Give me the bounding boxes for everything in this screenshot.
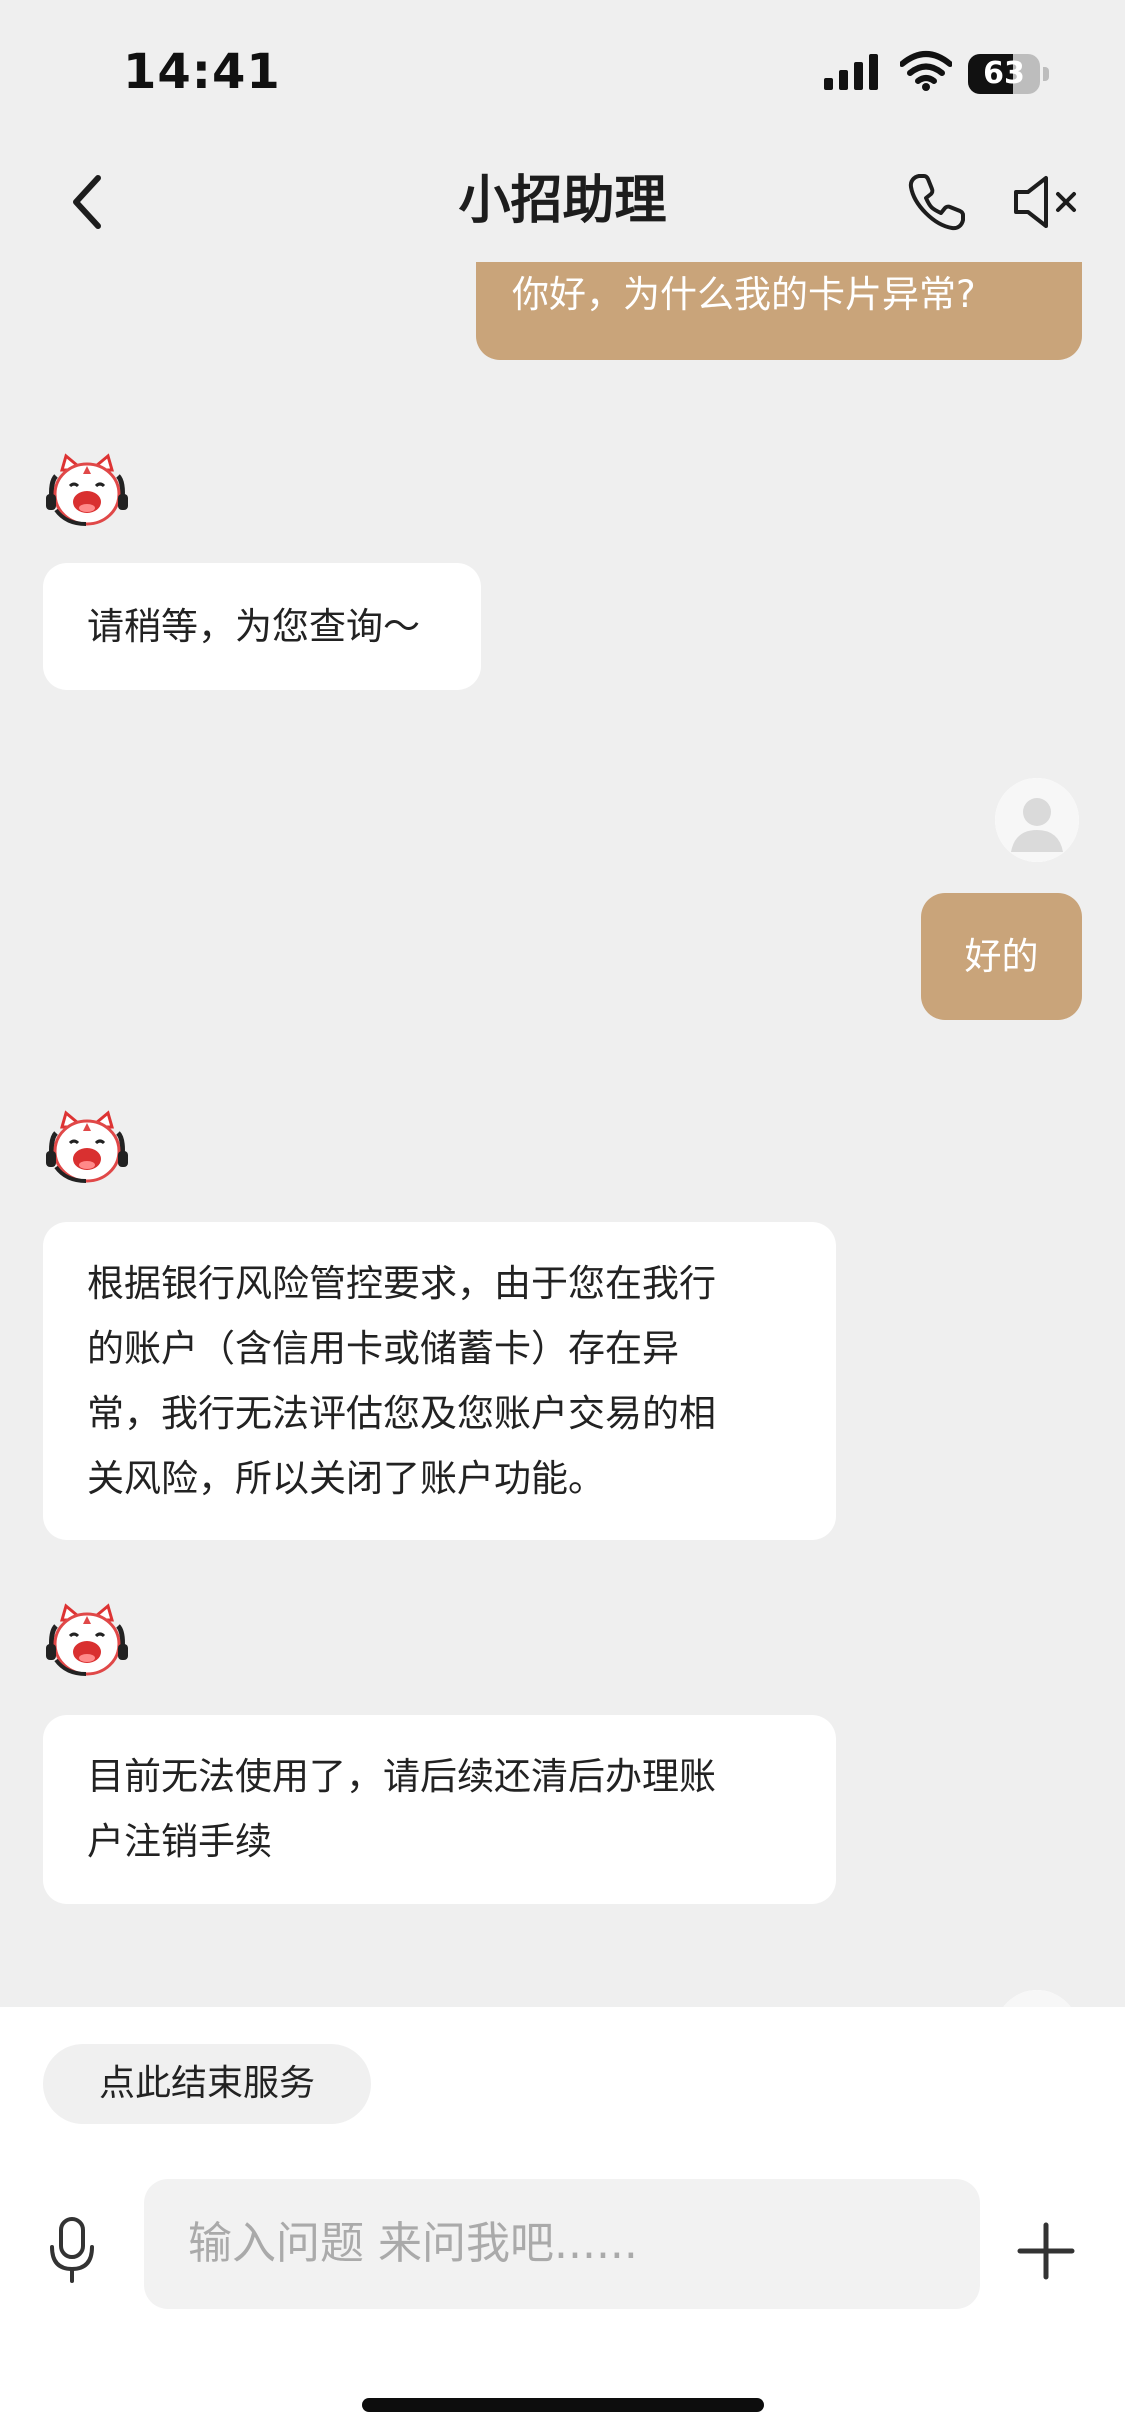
wifi-icon: [900, 51, 952, 91]
status-time: 14:41: [123, 44, 281, 100]
bot-message-bubble: 目前无法使用了，请后续还清后办理账 户注销手续: [43, 1715, 836, 1904]
end-service-button[interactable]: 点此结束服务: [43, 2044, 371, 2124]
user-message-text: 好的: [964, 935, 1039, 978]
bottom-panel: 点此结束服务 输入问题 来问我吧......: [0, 2007, 1125, 2435]
user-avatar-icon: [1003, 1990, 1071, 2007]
home-indicator[interactable]: [362, 2398, 764, 2412]
nav-bar: 小招助理: [0, 140, 1125, 262]
message-input-placeholder: 输入问题 来问我吧......: [188, 2218, 638, 2269]
bot-message-line: 请稍等，为您查询～: [87, 605, 420, 648]
bot-message-line: 的账户（含信用卡或储蓄卡）存在异: [87, 1327, 679, 1370]
status-bar: 14:41 63: [0, 0, 1125, 140]
bot-message-line: 常，我行无法评估您及您账户交易的相: [87, 1392, 716, 1435]
user-message-text: 你好，为什么我的卡片异常?: [512, 273, 976, 316]
cellular-signal-icon: [824, 54, 878, 90]
bot-message-line: 目前无法使用了，请后续还清后办理账: [87, 1755, 716, 1798]
bot-avatar-icon: [46, 1603, 128, 1676]
bot-message-bubble: 根据银行风险管控要求，由于您在我行 的账户（含信用卡或储蓄卡）存在异 常，我行无…: [43, 1222, 836, 1540]
user-avatar[interactable]: [995, 778, 1079, 862]
message-input[interactable]: 输入问题 来问我吧......: [144, 2179, 980, 2309]
bot-message-bubble: 请稍等，为您查询～: [43, 563, 481, 690]
user-avatar[interactable]: [995, 1990, 1079, 2007]
mute-icon[interactable]: [1012, 173, 1082, 231]
user-message-bubble: 好的: [921, 893, 1082, 1020]
user-message-bubble: 你好，为什么我的卡片异常?: [476, 262, 1082, 360]
phone-icon[interactable]: [905, 170, 969, 234]
bot-avatar-icon: [46, 1110, 128, 1183]
battery-icon: 63: [968, 54, 1049, 94]
bot-message-line: 关风险，所以关闭了账户功能。: [87, 1457, 605, 1500]
microphone-icon[interactable]: [44, 2215, 100, 2285]
bot-message-line: 户注销手续: [87, 1820, 272, 1863]
bot-avatar-icon: [46, 453, 128, 526]
bot-message-line: 根据银行风险管控要求，由于您在我行: [87, 1262, 716, 1305]
plus-icon[interactable]: [1016, 2221, 1076, 2281]
battery-percent: 63: [983, 56, 1025, 91]
chat-area[interactable]: 你好，为什么我的卡片异常? 请稍等，为您查询～ 好的 根据银行风险管控要求，由于…: [0, 262, 1125, 2007]
user-avatar-icon: [995, 778, 1079, 862]
